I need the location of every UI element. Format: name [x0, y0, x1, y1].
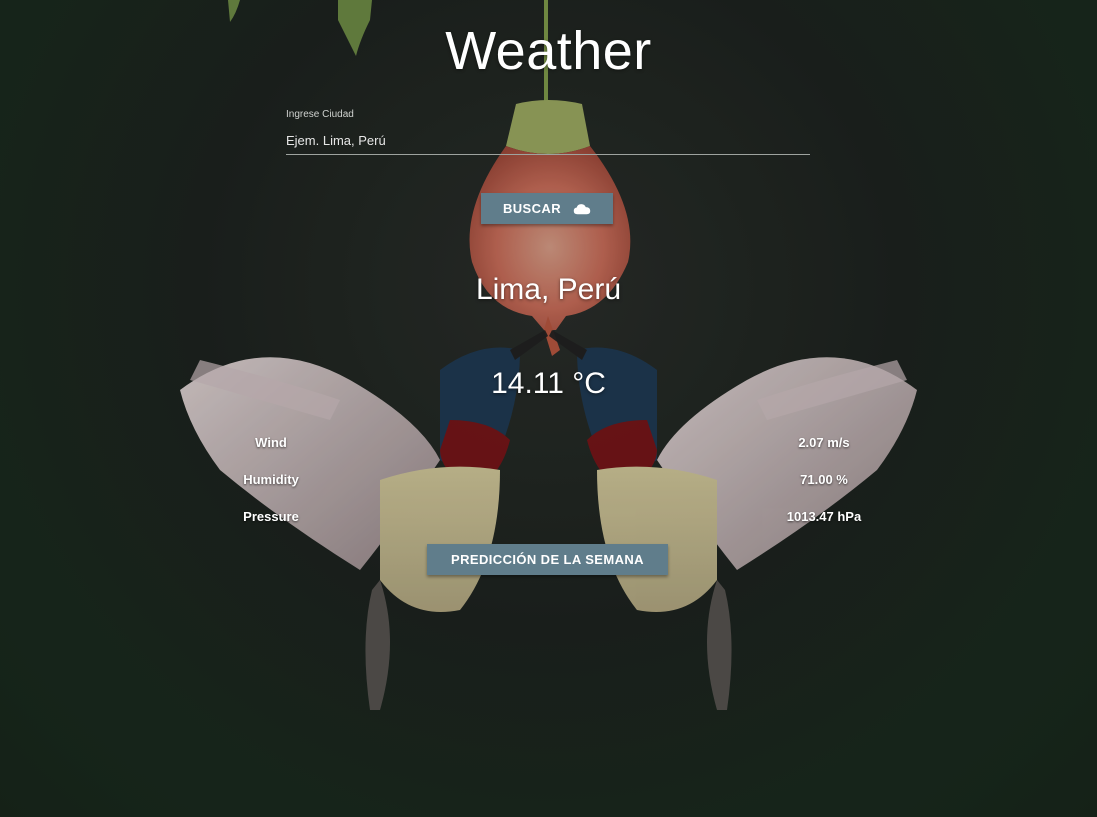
humidity-label: Humidity — [243, 472, 299, 487]
search-button-label: BUSCAR — [502, 201, 561, 216]
weekly-forecast-button[interactable]: PREDICCIÓN DE LA SEMANA — [427, 544, 668, 575]
search-button[interactable]: BUSCAR — [481, 193, 613, 224]
city-input[interactable] — [286, 126, 810, 155]
weather-app: Weather Ingrese Ciudad BUSCAR Lima, Perú… — [0, 0, 1097, 817]
cloud-icon — [573, 203, 591, 214]
forecast-button-label: PREDICCIÓN DE LA SEMANA — [451, 552, 644, 567]
pressure-value: 1013.47 hPa — [786, 509, 862, 524]
pressure-label: Pressure — [243, 509, 299, 524]
wind-label: Wind — [255, 435, 287, 450]
city-search-field: Ingrese Ciudad — [286, 106, 810, 158]
city-name: Lima, Perú — [475, 273, 622, 306]
city-field-label: Ingrese Ciudad — [286, 109, 354, 120]
page-title: Weather — [445, 21, 652, 81]
humidity-value: 71.00 % — [800, 472, 848, 487]
temperature: 14.11 °C — [491, 367, 606, 400]
wind-value: 2.07 m/s — [798, 435, 850, 450]
